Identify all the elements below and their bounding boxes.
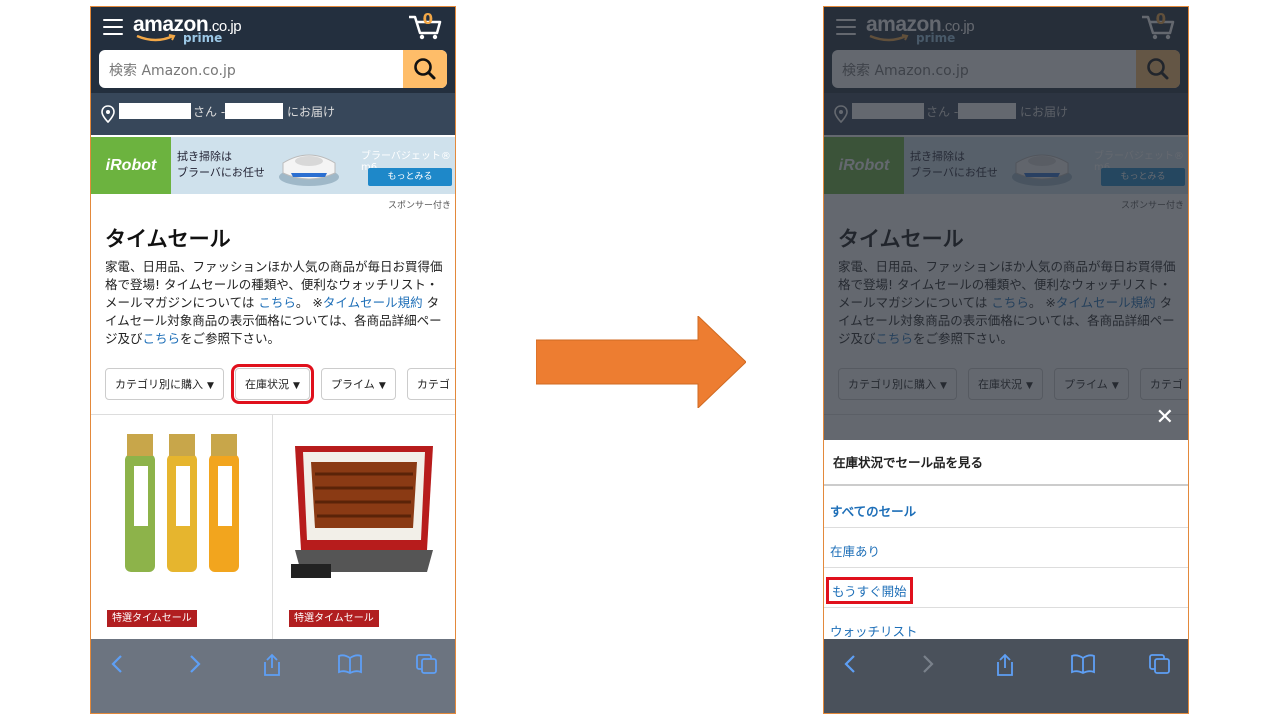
robot-mop-image — [279, 154, 339, 186]
share-icon[interactable] — [261, 653, 283, 677]
sponsored-label: スポンサー付き — [387, 201, 451, 211]
deal-badge: 特選タイムセール — [289, 610, 379, 627]
filter-prime[interactable]: プライム ▼ — [321, 368, 396, 400]
page-description: 家電、日用品、ファッションほか人気の商品が毎日お買得価格で登場! タイムセールの… — [105, 259, 443, 346]
close-icon[interactable]: ✕ — [1156, 405, 1174, 430]
irobot-logo: iRobot — [91, 137, 171, 194]
link-timesale-terms[interactable]: タイムセール規約 — [323, 295, 423, 310]
option-all-sales[interactable]: すべてのセール — [830, 501, 916, 520]
delivery-bar[interactable]: さん - にお届け — [91, 93, 455, 135]
bookmarks-icon[interactable] — [1070, 653, 1096, 675]
filter-category-more[interactable]: カテゴ — [406, 368, 455, 400]
redacted-address — [225, 103, 283, 119]
link-here-1[interactable]: こちら — [258, 295, 296, 310]
option-watchlist[interactable]: ウォッチリスト — [830, 621, 918, 640]
sponsored-banner[interactable]: iRobot 拭き掃除は ブラーバにお任せ ブラーバジェット® m6 もっとみる — [91, 137, 455, 194]
back-icon[interactable] — [840, 653, 862, 675]
link-here-2[interactable]: こちら — [143, 331, 181, 346]
forward-icon[interactable] — [183, 653, 205, 675]
modal-backdrop[interactable] — [824, 7, 1188, 440]
search-icon — [414, 58, 436, 80]
option-starting-soon[interactable]: もうすぐ開始 — [826, 577, 913, 604]
filter-stock-status[interactable]: 在庫状況 ▼ — [231, 364, 314, 404]
forward-icon — [923, 655, 934, 673]
sheet-title: 在庫状況でセール品を見る — [833, 455, 984, 470]
deal-badge: 特選タイムセール — [107, 610, 197, 627]
banner-text: 拭き掃除は ブラーバにお任せ — [177, 150, 265, 179]
divider — [824, 567, 1188, 568]
divider — [824, 527, 1188, 528]
divider — [824, 484, 1188, 486]
stock-filter-sheet: 在庫状況でセール品を見る すべてのセール 在庫あり もうすぐ開始 ウォッチリスト — [824, 440, 1188, 640]
divider — [824, 607, 1188, 608]
prime-label: prime — [183, 31, 223, 45]
product-image-jars[interactable] — [115, 432, 255, 582]
search-input[interactable]: 検索 Amazon.co.jp — [109, 60, 236, 80]
search-button[interactable] — [403, 50, 447, 88]
cart-count: 0 — [422, 10, 433, 28]
filter-category[interactable]: カテゴリ別に購入 ▼ — [105, 368, 224, 400]
tabs-icon[interactable] — [1148, 653, 1172, 675]
divider — [91, 414, 455, 415]
share-icon[interactable] — [994, 653, 1016, 677]
tabs-icon[interactable] — [415, 653, 439, 675]
location-pin-icon — [101, 105, 115, 123]
grid-divider — [272, 415, 273, 647]
deliver-label: にお届け — [287, 105, 336, 119]
product-image-unagi[interactable] — [289, 432, 439, 582]
menu-icon[interactable] — [103, 19, 123, 35]
search-bar[interactable]: 検索 Amazon.co.jp — [99, 50, 447, 88]
deliver-honorific: さん - — [193, 105, 226, 119]
browser-toolbar — [91, 639, 455, 713]
page-title: タイムセール — [105, 227, 231, 251]
phone-screen-before: amazon.co.jp prime 0 検索 Amazon.co.jp さん … — [90, 6, 456, 714]
filter-bar: カテゴリ別に購入▼ 在庫状況▼ プライム▼ カテゴ — [105, 364, 455, 404]
phone-screen-after: amazon.co.jp prime 0 検索 Amazon.co.jp さん … — [823, 6, 1189, 714]
browser-toolbar — [824, 639, 1188, 713]
redacted-name — [119, 103, 191, 119]
logo-smile-icon — [136, 34, 176, 42]
header: amazon.co.jp prime 0 検索 Amazon.co.jp さん … — [91, 7, 455, 135]
banner-more-button[interactable]: もっとみる — [368, 168, 452, 186]
option-in-stock[interactable]: 在庫あり — [830, 541, 880, 560]
bookmarks-icon[interactable] — [337, 653, 363, 675]
back-icon[interactable] — [107, 653, 129, 675]
transition-arrow-icon — [536, 316, 746, 408]
